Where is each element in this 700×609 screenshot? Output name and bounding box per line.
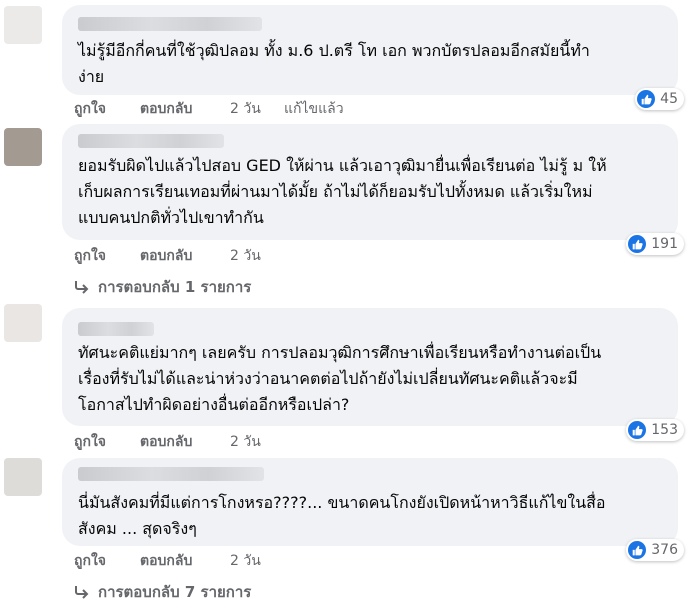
reply-button[interactable]: ตอบกลับ	[140, 431, 192, 453]
timestamp[interactable]: 2 วัน	[230, 550, 261, 572]
reaction-number: 191	[651, 236, 678, 252]
author-name[interactable]	[78, 17, 262, 31]
reaction-count[interactable]: 153	[626, 419, 684, 441]
avatar[interactable]	[4, 304, 42, 342]
author-name[interactable]	[78, 322, 154, 336]
comment-line: แบบคนปกติทั่วไปเขาทำกัน	[78, 208, 264, 227]
comment-text: ไม่รู้มีอีกกี่คนที่ใช้วุฒิปลอม ทั้ง ม.6 …	[78, 38, 590, 90]
timestamp[interactable]: 2 วัน	[230, 431, 261, 453]
comment-line: ยอมรับผิดไปแล้วไปสอบ GED ให้ผ่าน แล้วเอา…	[78, 156, 607, 175]
view-replies-link[interactable]: การตอบกลับ 1 รายการ	[74, 275, 251, 299]
reply-button[interactable]: ตอบกลับ	[140, 98, 192, 120]
comment-bubble: ไม่รู้มีอีกกี่คนที่ใช้วุฒิปลอม ทั้ง ม.6 …	[62, 5, 684, 110]
comment-line: เรื่องที่รับไม่ได้และน่าห่วงว่าอนาคตต่อไ…	[78, 369, 578, 388]
view-replies-link[interactable]: การตอบกลับ 7 รายการ	[74, 580, 251, 604]
comment-line: ทัศนะคติแย่มากๆ เลยครับ การปลอมวุฒิการศึ…	[78, 343, 602, 362]
reply-arrow-icon	[74, 280, 90, 294]
author-name[interactable]	[78, 134, 224, 148]
like-button[interactable]: ถูกใจ	[74, 98, 106, 120]
comment-line: ง่าย	[78, 67, 105, 86]
thumbs-up-icon	[628, 421, 647, 439]
comment-line: นี่มันสังคมที่มีแต่การโกงหรอ????... ขนาด…	[78, 493, 606, 512]
like-button[interactable]: ถูกใจ	[74, 245, 106, 267]
reply-arrow-icon	[74, 585, 90, 599]
like-button[interactable]: ถูกใจ	[74, 431, 106, 453]
avatar[interactable]	[4, 6, 42, 44]
timestamp[interactable]: 2 วัน	[230, 245, 261, 267]
comment-text: ทัศนะคติแย่มากๆ เลยครับ การปลอมวุฒิการศึ…	[78, 340, 601, 418]
avatar[interactable]	[4, 458, 42, 496]
reaction-number: 153	[651, 422, 678, 438]
reply-button[interactable]: ตอบกลับ	[140, 245, 192, 267]
thumbs-up-icon	[628, 541, 647, 559]
reply-button[interactable]: ตอบกลับ	[140, 550, 192, 572]
replies-label: การตอบกลับ 7 รายการ	[98, 583, 252, 601]
comment-bubble: นี่มันสังคมที่มีแต่การโกงหรอ????... ขนาด…	[62, 458, 684, 561]
comment-bubble: ยอมรับผิดไปแล้วไปสอบ GED ให้ผ่าน แล้วเอา…	[62, 124, 684, 255]
reaction-count[interactable]: 45	[635, 88, 684, 110]
comment-line: ไม่รู้มีอีกกี่คนที่ใช้วุฒิปลอม ทั้ง ม.6 …	[78, 41, 590, 60]
timestamp[interactable]: 2 วัน	[230, 98, 261, 120]
comment-text: ยอมรับผิดไปแล้วไปสอบ GED ให้ผ่าน แล้วเอา…	[78, 153, 607, 231]
comment-bubble: ทัศนะคติแย่มากๆ เลยครับ การปลอมวุฒิการศึ…	[62, 308, 684, 441]
edited-label[interactable]: แก้ไขแล้ว	[284, 98, 344, 120]
reaction-number: 45	[660, 91, 678, 107]
comment-line: โอกาสไปทำผิดอย่างอื่นต่ออีกหรือเปล่า?	[78, 395, 350, 414]
replies-label: การตอบกลับ 1 รายการ	[98, 278, 252, 296]
like-button[interactable]: ถูกใจ	[74, 550, 106, 572]
reaction-count[interactable]: 376	[626, 539, 684, 561]
thumbs-up-icon	[628, 235, 647, 253]
reaction-count[interactable]: 191	[626, 233, 684, 255]
avatar[interactable]	[4, 128, 42, 166]
author-name[interactable]	[78, 467, 264, 481]
comment-line: เก็บผลการเรียนเทอมที่ผ่านมาได้มั้ย ถ้าไม…	[78, 182, 593, 201]
comment-line: สังคม ... สุดจริงๆ	[78, 519, 197, 538]
comment-text: นี่มันสังคมที่มีแต่การโกงหรอ????... ขนาด…	[78, 490, 606, 542]
reaction-number: 376	[651, 542, 678, 558]
thumbs-up-icon	[637, 90, 656, 108]
